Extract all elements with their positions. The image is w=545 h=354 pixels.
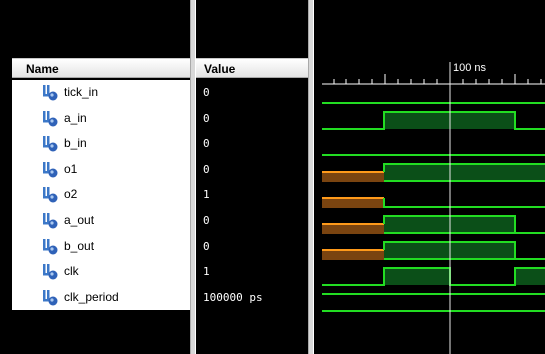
logic-signal-icon bbox=[43, 136, 58, 152]
signal-row-o2[interactable]: o2 bbox=[12, 182, 190, 208]
wave-b-out bbox=[322, 241, 545, 260]
signal-value: 0 bbox=[203, 162, 210, 176]
time-marker-label: 100 ns bbox=[453, 62, 487, 74]
signal-name: clk_period bbox=[64, 289, 119, 304]
signal-value: 1 bbox=[203, 265, 210, 279]
signal-name: b_out bbox=[64, 238, 95, 253]
signal-value: 0 bbox=[203, 111, 210, 125]
wave-o2 bbox=[322, 197, 545, 208]
signal-name: tick_in bbox=[64, 85, 99, 99]
name-column-header[interactable]: Name bbox=[12, 58, 190, 78]
logic-signal-icon bbox=[43, 264, 58, 280]
value-column-header[interactable]: Value bbox=[196, 58, 308, 78]
signal-value: 1 bbox=[203, 188, 210, 202]
wave-a-out bbox=[322, 215, 545, 234]
signal-value: 100000 ps bbox=[203, 290, 263, 304]
waveform-panel[interactable]: 100 ns bbox=[314, 0, 545, 354]
signal-value: 0 bbox=[203, 239, 210, 253]
logic-signal-icon bbox=[43, 289, 58, 306]
signal-row-a-in[interactable]: a_in bbox=[12, 106, 190, 132]
signal-name-list: tick_in a_in b_in o1 o2 a_out b_out clk bbox=[12, 80, 190, 311]
signal-value: 0 bbox=[203, 86, 210, 99]
signal-row-b-in[interactable]: b_in bbox=[12, 131, 190, 157]
signal-row-o1[interactable]: o1 bbox=[12, 157, 190, 183]
wave-clk-period bbox=[322, 293, 545, 312]
signal-name: a_out bbox=[64, 212, 95, 227]
logic-signal-icon bbox=[43, 161, 58, 178]
signal-name: a_in bbox=[64, 110, 87, 125]
signal-row-clk-period[interactable]: clk_period bbox=[12, 285, 190, 311]
values-panel: Value 0 0 0 0 1 0 0 1 100000 ps bbox=[196, 0, 308, 354]
logic-signal-icon bbox=[43, 85, 58, 101]
signal-value-list: 0 0 0 0 1 0 0 1 100000 ps bbox=[196, 80, 308, 310]
names-panel: Name tick_in a_in b_in o1 o2 a_out b_out bbox=[0, 0, 190, 354]
timeline-ruler: 100 ns bbox=[322, 62, 545, 85]
signal-value: 0 bbox=[203, 213, 210, 227]
waveform-canvas[interactable]: 100 ns bbox=[314, 0, 545, 354]
signal-name: o2 bbox=[64, 187, 78, 202]
signal-row-b-out[interactable]: b_out bbox=[12, 234, 190, 260]
logic-signal-icon bbox=[43, 212, 58, 229]
logic-signal-icon bbox=[43, 110, 58, 127]
signal-row-clk[interactable]: clk bbox=[12, 259, 190, 285]
signal-name: b_in bbox=[64, 136, 87, 151]
signal-row-a-out[interactable]: a_out bbox=[12, 208, 190, 234]
wave-o1 bbox=[322, 163, 545, 182]
signal-row-tick-in[interactable]: tick_in bbox=[12, 80, 190, 106]
signal-name: o1 bbox=[64, 161, 78, 176]
wave-a-in bbox=[322, 111, 545, 130]
wave-clk bbox=[322, 267, 545, 286]
signal-name: clk bbox=[64, 264, 79, 279]
logic-signal-icon bbox=[43, 187, 58, 203]
signal-value: 0 bbox=[203, 137, 210, 151]
logic-signal-icon bbox=[43, 238, 58, 255]
